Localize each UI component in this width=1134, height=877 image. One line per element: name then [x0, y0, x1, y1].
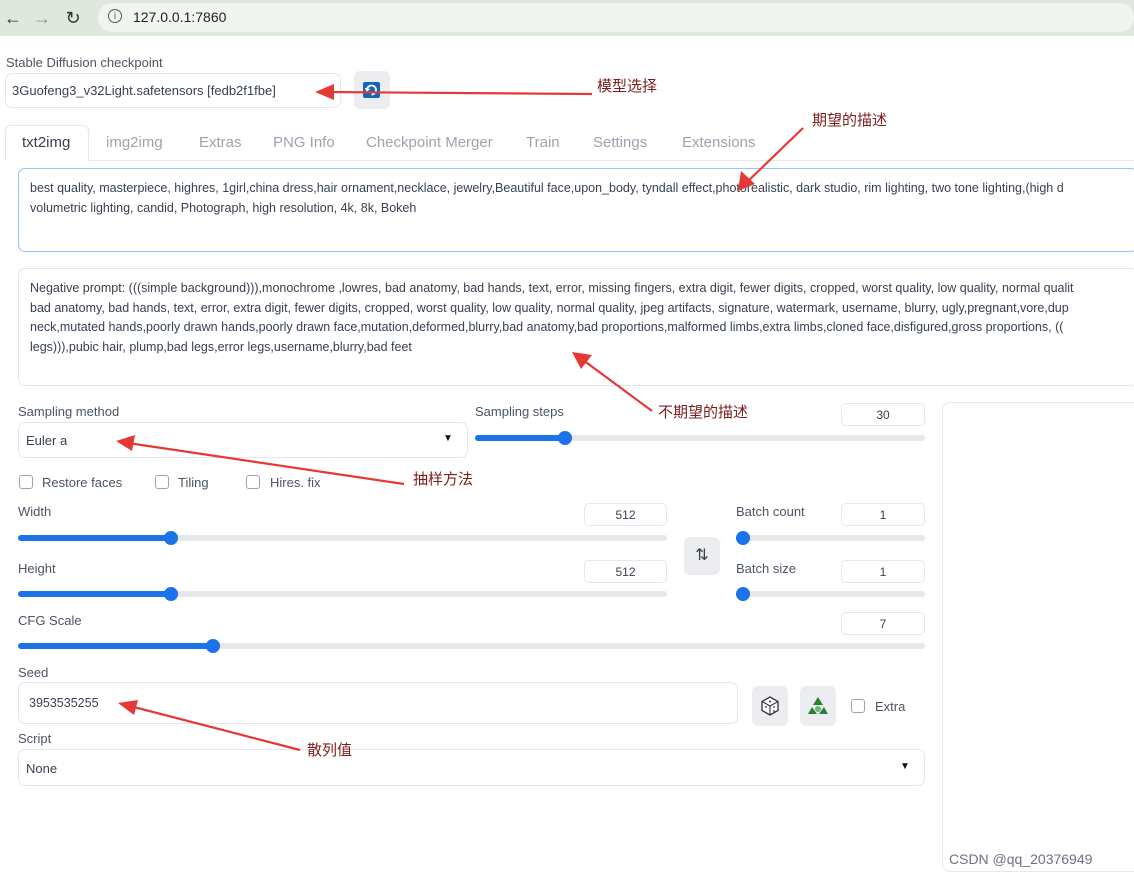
arrow-undesired	[582, 359, 653, 412]
annotation-undesired: 不期望的描述	[658, 403, 749, 421]
annotation-arrows	[116, 84, 804, 752]
annotation-desired: 期望的描述	[812, 111, 888, 129]
arrow-sampling	[127, 441, 405, 486]
arrow-hash	[129, 704, 301, 752]
annotation-hash: 散列值	[307, 741, 353, 759]
watermark: CSDN @qq_20376949	[949, 851, 1093, 867]
arrow-desired	[745, 127, 804, 184]
annotation-sampling: 抽样方法	[413, 470, 474, 488]
arrow-model-select	[325, 90, 593, 96]
annotation-model-select: 模型选择	[597, 77, 658, 95]
